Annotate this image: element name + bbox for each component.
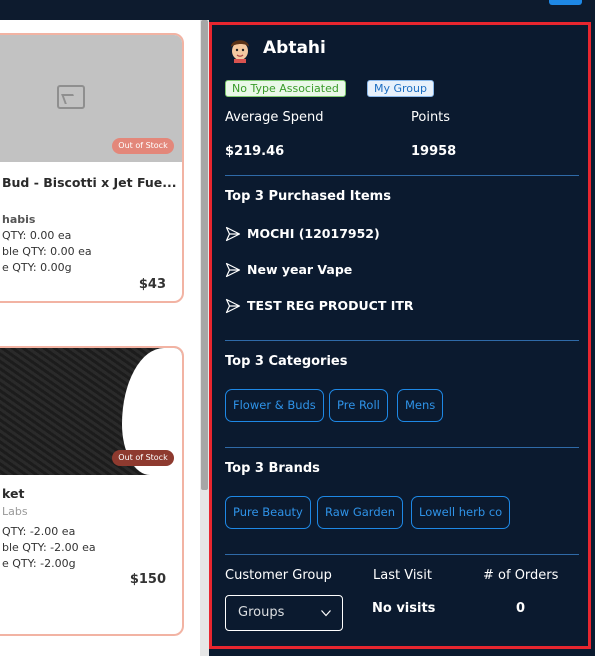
customer-group-select[interactable]: Groups [225,595,343,631]
send-arrow-icon [225,262,241,278]
category-chip[interactable]: Mens [397,389,444,422]
last-visit-value: No visits [372,601,436,616]
divider [225,554,579,555]
product-qty: QTY: -2.00 ea [2,525,76,538]
points-label: Points [411,110,451,125]
product-available-qty: ble QTY: -2.00 ea [2,541,96,554]
product-name: Bud - Biscotti x Jet Fue... [2,175,177,190]
product-category: habis [2,213,36,226]
product-card[interactable]: Out of Stock ket Labs QTY: -2.00 ea ble … [0,346,184,636]
top-action-button[interactable] [549,0,582,5]
customer-group-tag: My Group [367,80,434,97]
scrollbar-thumb[interactable] [201,20,208,490]
category-chip[interactable]: Flower & Buds [225,389,324,422]
send-arrow-icon [225,226,241,242]
product-weight-qty: e QTY: -2.00g [2,557,76,570]
orders-value: 0 [516,601,526,616]
product-weight-qty: e QTY: 0.00g [2,261,72,274]
average-spend-value: $219.46 [225,144,285,159]
category-chip[interactable]: Pre Roll [329,389,388,422]
average-spend-label: Average Spend [225,110,324,125]
customer-name: Abtahi [263,38,326,58]
top-categories-title: Top 3 Categories [225,354,348,369]
divider [225,340,579,341]
top-item-label: MOCHI (12017952) [247,226,380,241]
divider [225,447,579,448]
product-price: $43 [138,277,166,292]
customer-group-label: Customer Group [225,568,332,583]
product-brand: Labs [2,505,28,518]
product-name: ket [2,486,25,501]
top-item-label: TEST REG PRODUCT ITR [247,298,414,313]
out-of-stock-badge: Out of Stock [112,450,174,466]
scrollbar[interactable] [200,20,209,656]
orders-label: # of Orders [483,568,559,583]
top-bar [0,0,595,20]
product-available-qty: ble QTY: 0.00 ea [2,245,92,258]
product-qty: QTY: 0.00 ea [2,229,72,242]
top-item-label: New year Vape [247,262,353,277]
brand-chip[interactable]: Raw Garden [317,496,403,529]
person-avatar-icon [231,40,249,63]
image-placeholder-icon [57,85,85,109]
brand-chip[interactable]: Lowell herb co [411,496,511,529]
last-visit-label: Last Visit [373,568,432,583]
product-card[interactable]: Out of Stock Bud - Biscotti x Jet Fue...… [0,33,184,303]
top-items-title: Top 3 Purchased Items [225,189,391,204]
out-of-stock-badge: Out of Stock [112,138,174,154]
points-value: 19958 [411,144,457,159]
chevron-down-icon [321,610,331,617]
brand-chip[interactable]: Pure Beauty [225,496,311,529]
top-brands-title: Top 3 Brands [225,461,320,476]
customer-group-select-value: Groups [238,605,285,620]
customer-type-tag: No Type Associated [225,80,346,97]
send-arrow-icon [225,298,241,314]
product-list: Out of Stock Bud - Biscotti x Jet Fue...… [0,20,200,656]
divider [225,175,579,176]
product-price: $150 [129,572,166,587]
